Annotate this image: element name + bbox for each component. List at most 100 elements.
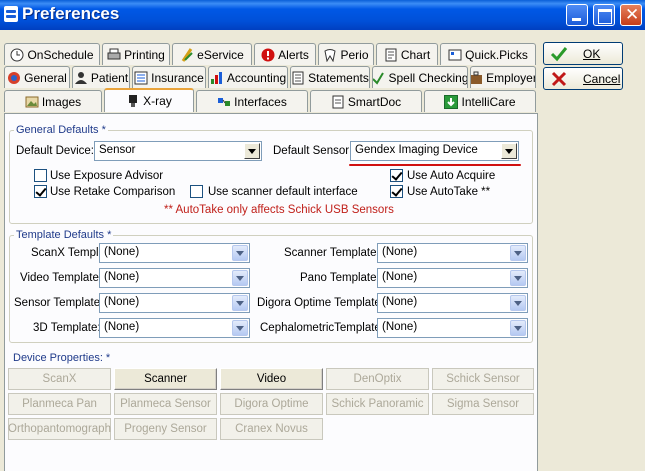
video-template-select[interactable]: (None) xyxy=(99,268,250,288)
tab-perio[interactable]: Perio xyxy=(318,43,374,65)
tab-patient[interactable]: Patient xyxy=(72,66,130,88)
chevron-down-icon[interactable] xyxy=(510,320,526,336)
scanner-default-interface-checkbox[interactable] xyxy=(190,185,203,198)
sigma-sensor-device-button[interactable]: Sigma Sensor xyxy=(432,393,534,415)
tab-quick-picks[interactable]: Quick.Picks xyxy=(440,43,536,65)
button-label: Sigma Sensor xyxy=(446,398,520,410)
pano-template-label: Pano Template: xyxy=(300,272,380,284)
default-sensor-value: Gendex Imaging Device xyxy=(355,144,478,156)
checkmark-icon xyxy=(550,46,568,62)
tab-spell-checking[interactable]: Spell Checking xyxy=(372,66,468,88)
3d-template-select[interactable]: (None) xyxy=(99,318,250,338)
chevron-down-icon[interactable] xyxy=(501,143,517,159)
auto-take-label: Use AutoTake ** xyxy=(407,186,491,198)
tab-label: X-ray xyxy=(143,94,172,108)
tab-smartdoc[interactable]: SmartDoc xyxy=(310,90,422,112)
images-icon xyxy=(25,95,39,109)
statements-icon xyxy=(291,71,305,85)
scanx-template-select[interactable]: (None) xyxy=(99,243,250,263)
tab-eservice[interactable]: eService xyxy=(172,43,252,65)
scanner-device-button[interactable]: Scanner xyxy=(114,368,217,390)
3d-template-label: 3D Template: xyxy=(33,322,101,334)
x-icon xyxy=(550,71,568,87)
tab-accounting[interactable]: Accounting xyxy=(208,66,288,88)
tab-interfaces[interactable]: Interfaces xyxy=(196,90,308,112)
chevron-down-icon[interactable] xyxy=(232,245,248,261)
printer-icon xyxy=(107,48,121,62)
schick-panoramic-device-button[interactable]: Schick Panoramic xyxy=(326,393,429,415)
chevron-down-icon[interactable] xyxy=(510,245,526,261)
chevron-down-icon[interactable] xyxy=(244,143,260,159)
ok-button[interactable]: OK xyxy=(543,42,623,65)
tab-intellicare[interactable]: IntelliCare xyxy=(424,90,536,112)
tab-label: Quick.Picks xyxy=(465,47,528,62)
cranex-novus-device-button[interactable]: Cranex Novus xyxy=(220,418,323,440)
patient-icon xyxy=(74,71,88,85)
eservice-icon xyxy=(180,47,194,62)
close-button[interactable]: ✕ xyxy=(620,4,642,26)
denoptix-device-button[interactable]: DenOptix xyxy=(326,368,429,390)
tab-general[interactable]: General xyxy=(4,66,70,88)
auto-acquire-label: Use Auto Acquire xyxy=(407,170,496,182)
app-icon xyxy=(4,6,18,22)
retake-comparison-checkbox[interactable] xyxy=(34,185,47,198)
planmeca-sensor-device-button[interactable]: Planmeca Sensor xyxy=(114,393,217,415)
quick-picks-icon xyxy=(448,48,462,62)
orthopantomograph-device-button[interactable]: Orthopantomograph xyxy=(8,418,111,440)
tab-onschedule[interactable]: OnSchedule xyxy=(4,43,100,65)
close-icon: ✕ xyxy=(625,5,640,25)
maximize-button[interactable] xyxy=(593,4,615,26)
tab-label: Spell Checking xyxy=(388,70,468,85)
digora-optime-template-label: Digora Optime Template: xyxy=(257,297,384,309)
tab-label: IntelliCare xyxy=(461,94,516,109)
sensor-template-value: (None) xyxy=(104,296,140,308)
auto-acquire-checkbox[interactable] xyxy=(390,169,403,182)
scanner-template-select[interactable]: (None) xyxy=(377,243,528,263)
chevron-down-icon[interactable] xyxy=(510,270,526,286)
tab-label: Accounting xyxy=(226,70,287,85)
schick-sensor-device-button[interactable]: Schick Sensor xyxy=(432,368,534,390)
button-label: DenOptix xyxy=(353,373,402,385)
chevron-down-icon[interactable] xyxy=(232,320,248,336)
tab-label: Printing xyxy=(124,47,165,62)
interfaces-icon xyxy=(217,95,231,109)
button-label: Digora Optime xyxy=(234,398,309,410)
progeny-sensor-device-button[interactable]: Progeny Sensor xyxy=(114,418,217,440)
planmeca-pan-device-button[interactable]: Planmeca Pan xyxy=(8,393,111,415)
chevron-down-icon[interactable] xyxy=(232,270,248,286)
pano-template-select[interactable]: (None) xyxy=(377,268,528,288)
exposure-advisor-checkbox[interactable] xyxy=(34,169,47,182)
default-device-select[interactable]: Sensor xyxy=(94,141,262,161)
chevron-down-icon[interactable] xyxy=(232,295,248,311)
tab-label: Insurance xyxy=(151,70,204,85)
digora-optime-template-select[interactable]: (None) xyxy=(377,293,528,313)
chevron-down-icon[interactable] xyxy=(510,295,526,311)
video-device-button[interactable]: Video xyxy=(220,368,323,390)
scanx-template-value: (None) xyxy=(104,246,140,258)
digora-optime-device-button[interactable]: Digora Optime xyxy=(220,393,323,415)
tab-printing[interactable]: Printing xyxy=(102,43,170,65)
tab-employer[interactable]: Employer xyxy=(470,66,536,88)
default-sensor-select[interactable]: Gendex Imaging Device xyxy=(350,141,519,161)
button-label: Planmeca Pan xyxy=(22,398,97,410)
tab-label: Perio xyxy=(340,47,369,62)
tab-label: Images xyxy=(41,94,82,109)
minimize-button[interactable] xyxy=(566,4,588,26)
auto-take-checkbox[interactable] xyxy=(390,185,403,198)
tab-chart[interactable]: Chart xyxy=(376,43,438,65)
tab-x-ray[interactable]: X-ray xyxy=(104,88,194,112)
button-label: ScanX xyxy=(42,373,77,385)
button-label: Progeny Sensor xyxy=(124,423,207,435)
tab-images[interactable]: Images xyxy=(4,90,102,112)
scanner-default-interface-label: Use scanner default interface xyxy=(208,186,358,198)
cancel-button[interactable]: Cancel xyxy=(543,67,623,90)
intellicare-icon xyxy=(444,94,459,109)
tab-insurance[interactable]: Insurance xyxy=(132,66,206,88)
sensor-template-select[interactable]: (None) xyxy=(99,293,250,313)
tab-alerts[interactable]: Alerts xyxy=(254,43,316,65)
scanx-device-button[interactable]: ScanX xyxy=(8,368,111,390)
cephalometric-template-select[interactable]: (None) xyxy=(377,318,528,338)
smartdoc-icon xyxy=(331,95,345,109)
exposure-advisor-label: Use Exposure Advisor xyxy=(50,170,164,182)
tab-statements[interactable]: Statements xyxy=(290,66,370,88)
